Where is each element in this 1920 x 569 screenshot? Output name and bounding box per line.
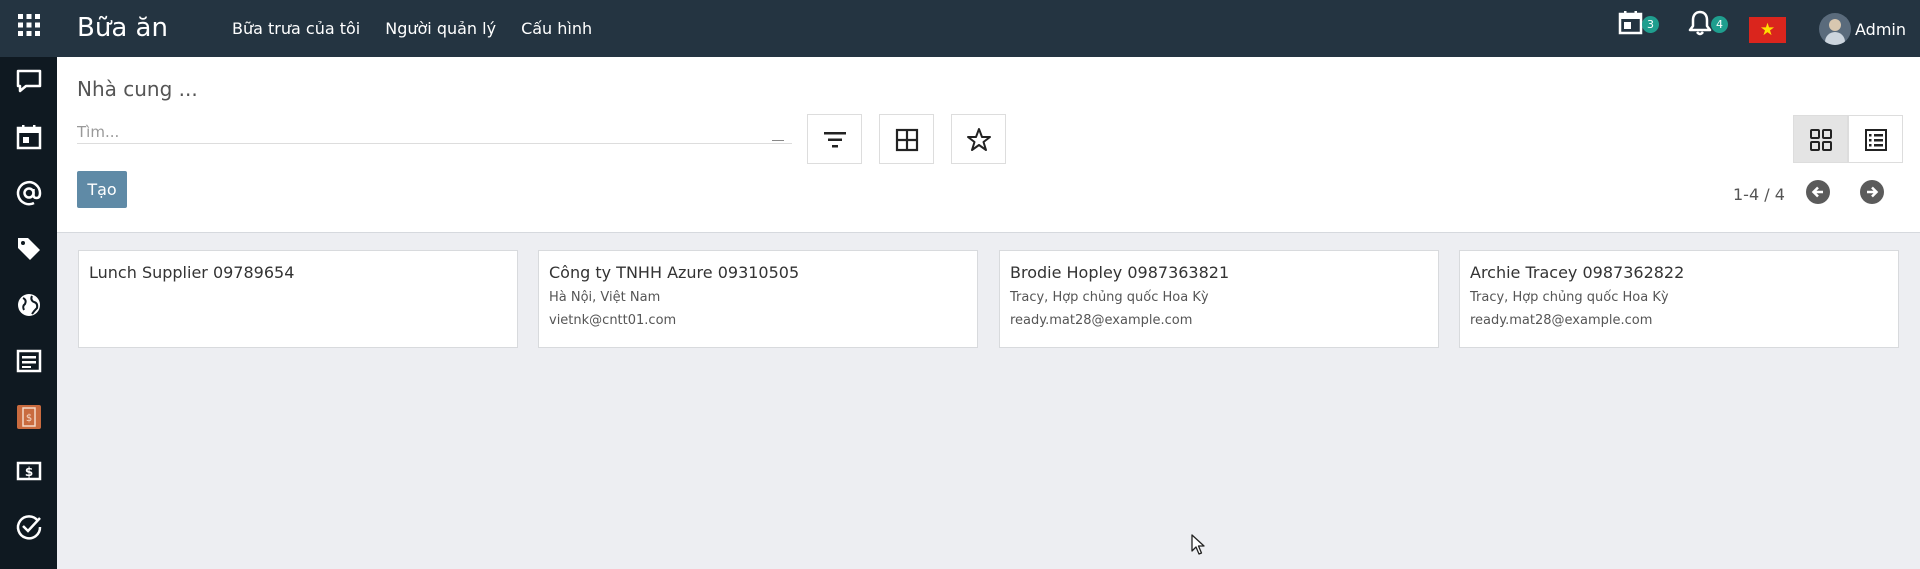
invoice-icon[interactable]: $ [15, 403, 43, 431]
activity-calendar-icon[interactable] [1617, 9, 1645, 37]
notification-count-badge: 4 [1711, 16, 1728, 33]
pager-previous-icon[interactable] [1806, 180, 1830, 204]
menu-manager[interactable]: Người quản lý [385, 19, 496, 38]
app-title[interactable]: Bữa ăn [77, 13, 168, 43]
star-icon [967, 128, 991, 151]
supplier-address: Tracy, Hợp chủng quốc Hoa Kỳ [1470, 290, 1669, 305]
user-name[interactable]: Admin [1855, 20, 1906, 39]
left-sidebar: $ $ [0, 57, 57, 569]
breadcrumb[interactable]: Nhà cung ... [77, 77, 198, 101]
money-icon[interactable]: $ [15, 457, 43, 485]
apps-menu-icon[interactable] [16, 12, 42, 38]
kanban-view-button[interactable] [1793, 115, 1848, 163]
supplier-card[interactable]: Công ty TNHH Azure 09310505 Hà Nội, Việt… [538, 250, 978, 348]
list-view-button[interactable] [1848, 115, 1903, 163]
supplier-address: Tracy, Hợp chủng quốc Hoa Kỳ [1010, 290, 1209, 305]
supplier-email: ready.mat28@example.com [1470, 313, 1653, 328]
group-by-button[interactable] [879, 114, 934, 164]
chat-icon[interactable] [15, 67, 43, 95]
group-by-grid-icon [895, 128, 919, 152]
list-view-icon [1865, 129, 1887, 151]
check-circle-icon[interactable] [15, 513, 43, 541]
globe-icon[interactable] [15, 291, 43, 319]
at-sign-icon[interactable] [15, 179, 43, 207]
filter-icon [824, 132, 846, 148]
tag-icon[interactable] [15, 235, 43, 263]
supplier-card[interactable]: Brodie Hopley 0987363821 Tracy, Hợp chủn… [999, 250, 1439, 348]
supplier-card[interactable]: Lunch Supplier 09789654 [78, 250, 518, 348]
supplier-name: Công ty TNHH Azure 09310505 [549, 263, 800, 282]
create-button[interactable]: Tạo [77, 171, 127, 208]
svg-text:$: $ [25, 465, 33, 479]
pager-value[interactable]: 1-4 / 4 [1733, 185, 1785, 204]
control-panel: Nhà cung ... Tạo 1-4 / 4 [57, 57, 1920, 233]
top-menu: Bữa trưa của tôi Người quản lý Cấu hình [232, 19, 592, 38]
filter-button[interactable] [807, 114, 862, 164]
mouse-cursor-icon [1191, 534, 1205, 555]
vietnam-flag-icon[interactable]: ★ [1749, 17, 1786, 43]
supplier-name: Archie Tracey 0987362822 [1470, 263, 1685, 282]
activity-count-badge: 3 [1642, 16, 1659, 33]
supplier-name: Lunch Supplier 09789654 [89, 263, 295, 282]
kanban-view-icon [1810, 129, 1832, 151]
notification-bell-icon[interactable] [1686, 9, 1714, 37]
menu-configuration[interactable]: Cấu hình [521, 19, 592, 38]
pager-next-icon[interactable] [1860, 180, 1884, 204]
document-icon[interactable] [15, 347, 43, 375]
supplier-name: Brodie Hopley 0987363821 [1010, 263, 1230, 282]
favorites-button[interactable] [951, 114, 1006, 164]
menu-my-lunch[interactable]: Bữa trưa của tôi [232, 19, 360, 38]
supplier-email: ready.mat28@example.com [1010, 313, 1193, 328]
calendar-icon[interactable] [15, 123, 43, 151]
search-options-toggle[interactable] [772, 140, 784, 141]
supplier-address: Hà Nội, Việt Nam [549, 290, 661, 305]
search-box [77, 120, 792, 144]
top-navbar: Bữa ăn Bữa trưa của tôi Người quản lý Cấ… [0, 0, 1920, 57]
supplier-card[interactable]: Archie Tracey 0987362822 Tracy, Hợp chủn… [1459, 250, 1899, 348]
user-avatar[interactable] [1819, 13, 1851, 45]
search-input[interactable] [77, 120, 777, 144]
supplier-email: vietnk@cntt01.com [549, 313, 677, 328]
svg-text:$: $ [26, 413, 32, 424]
